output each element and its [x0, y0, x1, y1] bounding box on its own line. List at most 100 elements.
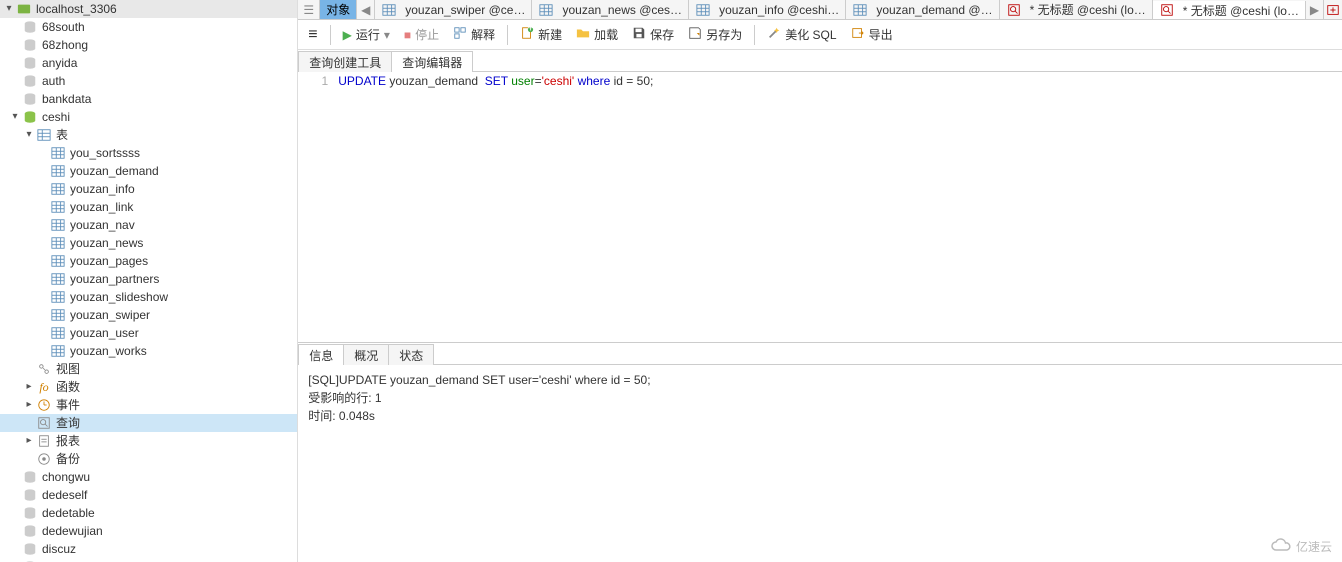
group-label: 表 [56, 126, 297, 144]
group-reports[interactable]: ▸ 报表 [0, 432, 297, 450]
menu-button[interactable]: ≡ [302, 24, 323, 46]
database-label: chongwu [42, 468, 297, 486]
database-item[interactable]: dormitory [0, 558, 297, 562]
database-icon [22, 91, 38, 107]
table-item[interactable]: youzan_news [0, 234, 297, 252]
tab-new-icon[interactable] [1324, 0, 1342, 19]
table-item[interactable]: youzan_pages [0, 252, 297, 270]
table-icon [50, 199, 66, 215]
tab-next-icon[interactable]: ▶ [1306, 0, 1324, 19]
table-item[interactable]: you_sortssss [0, 144, 297, 162]
database-ceshi[interactable]: ▾ ceshi [0, 108, 297, 126]
load-button[interactable]: 加载 [570, 24, 624, 45]
stop-button[interactable]: ■ 停止 [398, 24, 445, 45]
table-icon [50, 181, 66, 197]
saveas-button[interactable]: 另存为 [682, 24, 748, 45]
save-icon [632, 26, 646, 43]
beautify-button[interactable]: 美化 SQL [761, 24, 842, 45]
main-area: ☰ 对象 ◀ youzan_swiper @ce… youzan_news @ce… [298, 0, 1342, 562]
group-events[interactable]: ▸ 事件 [0, 396, 297, 414]
table-label: youzan_swiper [70, 306, 297, 324]
database-label: 68zhong [42, 36, 297, 54]
database-item[interactable]: chongwu [0, 468, 297, 486]
database-item[interactable]: anyida [0, 54, 297, 72]
table-icon [50, 289, 66, 305]
table-item[interactable]: youzan_swiper [0, 306, 297, 324]
load-label: 加载 [594, 26, 618, 43]
menu-icon[interactable]: ☰ [298, 0, 320, 19]
database-label: dedeself [42, 486, 297, 504]
database-item[interactable]: dedewujian [0, 522, 297, 540]
explain-label: 解释 [471, 26, 495, 43]
group-backup[interactable]: 备份 [0, 450, 297, 468]
sql-idval: 50 [637, 74, 650, 88]
editor-tab[interactable]: youzan_demand @… [846, 0, 999, 19]
database-label: dedetable [42, 504, 297, 522]
database-item[interactable]: auth [0, 72, 297, 90]
table-item[interactable]: youzan_link [0, 198, 297, 216]
explain-button[interactable]: 解释 [447, 24, 501, 45]
sql-editor[interactable]: 1 UPDATE youzan_demand SET user='ceshi' … [298, 72, 1342, 342]
stop-label: 停止 [415, 26, 439, 43]
table-icon [50, 145, 66, 161]
tab-label: youzan_news @ces… [562, 3, 682, 17]
group-functions[interactable]: ▸ fo 函数 [0, 378, 297, 396]
save-button[interactable]: 保存 [626, 24, 680, 45]
tab-bar: ☰ 对象 ◀ youzan_swiper @ce… youzan_news @ce… [298, 0, 1342, 20]
chevron-down-icon: ▾ [8, 108, 22, 126]
database-item[interactable]: discuz [0, 540, 297, 558]
group-label: 报表 [56, 432, 297, 450]
table-label: youzan_partners [70, 270, 297, 288]
export-button[interactable]: 导出 [845, 24, 899, 45]
run-button[interactable]: ▶ 运行 ▾ [337, 24, 396, 45]
watermark: 亿速云 [1270, 537, 1332, 556]
database-item[interactable]: dedetable [0, 504, 297, 522]
table-item[interactable]: youzan_info [0, 180, 297, 198]
group-label: 备份 [56, 450, 297, 468]
table-icon [50, 235, 66, 251]
table-item[interactable]: youzan_demand [0, 162, 297, 180]
table-item[interactable]: youzan_user [0, 324, 297, 342]
svg-text:+: + [528, 26, 534, 34]
editor-tab[interactable]: youzan_info @ceshi… [689, 0, 846, 19]
database-item[interactable]: dedeself [0, 486, 297, 504]
chevron-right-icon: ▸ [22, 432, 36, 450]
chevron-down-icon: ▾ [22, 126, 36, 144]
database-item[interactable]: 68zhong [0, 36, 297, 54]
database-icon [22, 487, 38, 503]
connection-root[interactable]: ▾ localhost_3306 [0, 0, 297, 18]
database-label: ceshi [42, 108, 297, 126]
tab-objects[interactable]: 对象 [320, 0, 357, 19]
new-button[interactable]: + 新建 [514, 24, 568, 45]
table-label: youzan_news [70, 234, 297, 252]
result-tab-info[interactable]: 信息 [298, 344, 344, 365]
results-pane: 信息 概况 状态 [SQL]UPDATE youzan_demand SET u… [298, 342, 1342, 562]
table-label: youzan_slideshow [70, 288, 297, 306]
stop-icon: ■ [404, 28, 411, 42]
table-icon [695, 2, 711, 18]
subtab-builder[interactable]: 查询创建工具 [298, 51, 392, 72]
group-queries[interactable]: 查询 [0, 414, 297, 432]
table-item[interactable]: youzan_works [0, 342, 297, 360]
code-area[interactable]: UPDATE youzan_demand SET user='ceshi' wh… [338, 74, 1342, 342]
subtab-editor[interactable]: 查询编辑器 [391, 51, 473, 72]
group-views[interactable]: 视图 [0, 360, 297, 378]
tab-prev-icon[interactable]: ◀ [357, 0, 375, 19]
table-item[interactable]: youzan_nav [0, 216, 297, 234]
editor-tab[interactable]: youzan_news @ces… [532, 0, 689, 19]
result-tab-status[interactable]: 状态 [388, 344, 434, 365]
database-item[interactable]: 68south [0, 18, 297, 36]
database-item[interactable]: bankdata [0, 90, 297, 108]
editor-tab[interactable]: youzan_swiper @ce… [375, 0, 532, 19]
result-tab-profile[interactable]: 概况 [343, 344, 389, 365]
table-item[interactable]: youzan_slideshow [0, 288, 297, 306]
table-item[interactable]: youzan_partners [0, 270, 297, 288]
result-time: 时间: 0.048s [308, 407, 1332, 425]
editor-tab[interactable]: * 无标题 @ceshi (lo… [1000, 0, 1153, 19]
group-tables[interactable]: ▾ 表 [0, 126, 297, 144]
table-label: youzan_demand [70, 162, 297, 180]
play-icon: ▶ [343, 28, 352, 42]
table-icon [381, 2, 397, 18]
semi: ; [650, 74, 653, 88]
editor-tab[interactable]: * 无标题 @ceshi (lo… [1153, 1, 1306, 19]
